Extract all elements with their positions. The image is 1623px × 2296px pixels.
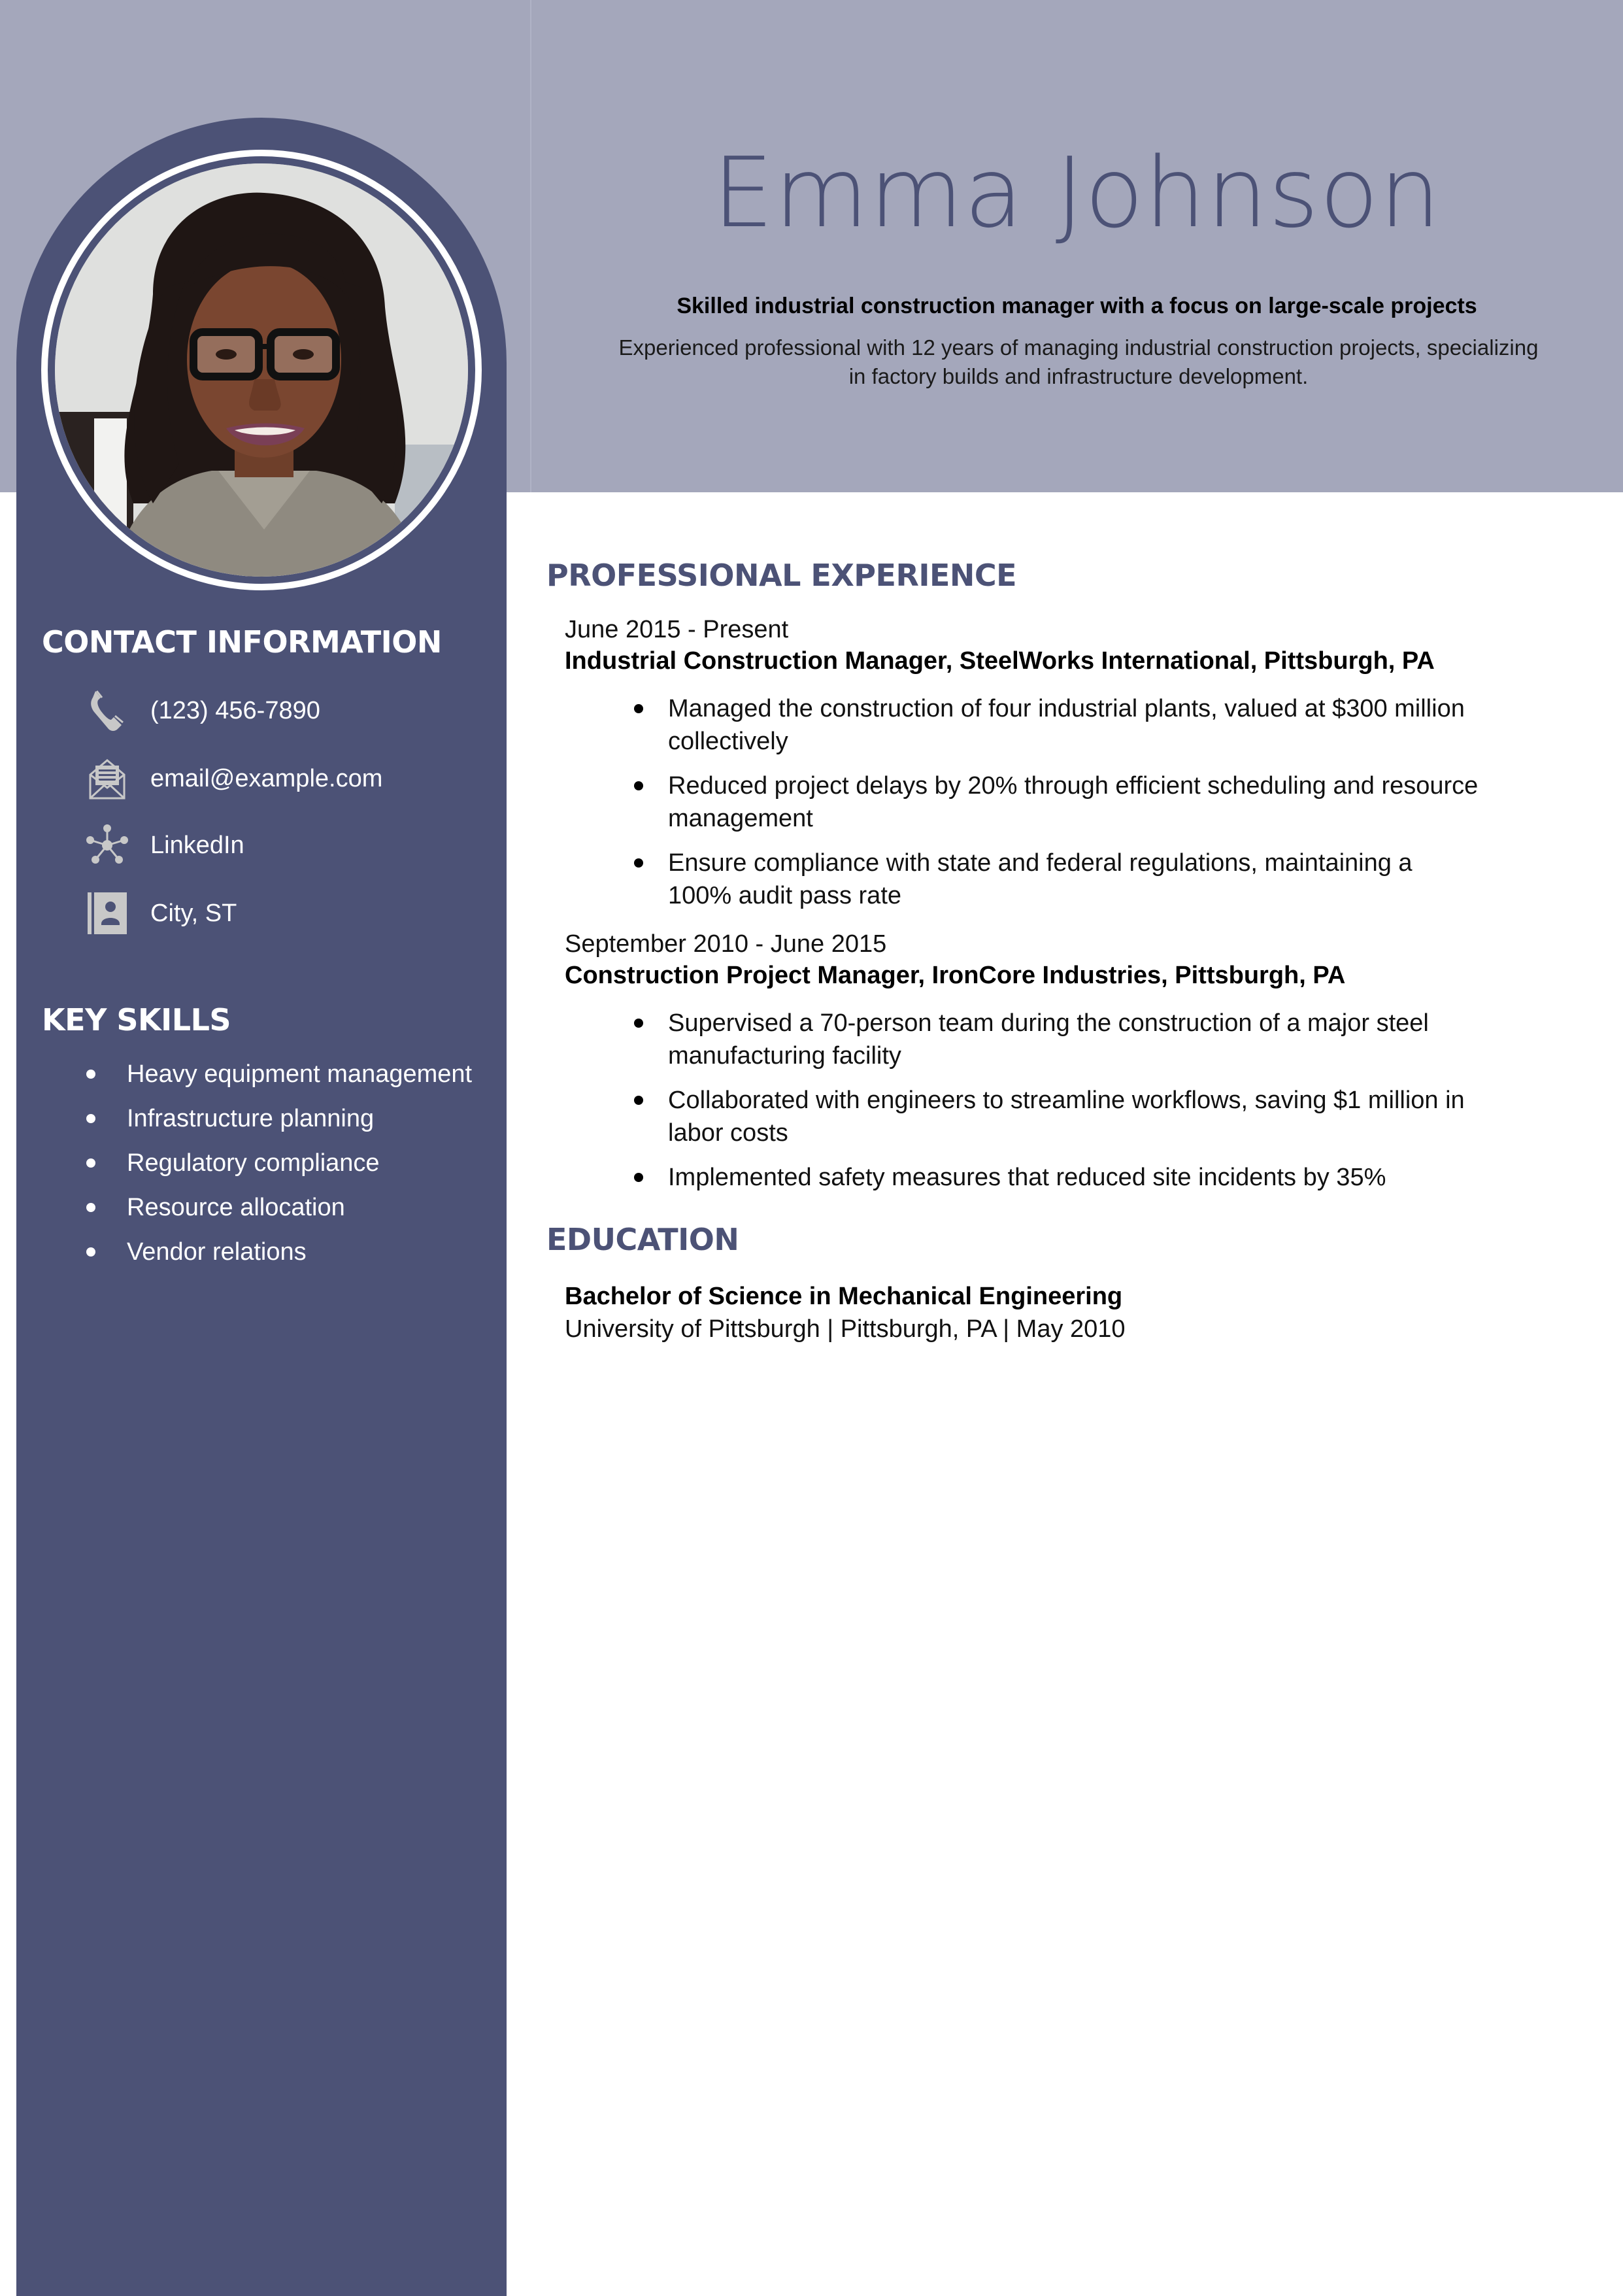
- skills-list: Heavy equipment management Infrastructur…: [42, 1059, 486, 1281]
- bullet-icon: [634, 1173, 643, 1182]
- job-bullets: Managed the construction of four industr…: [565, 692, 1571, 912]
- bullet-text: Collaborated with engineers to streamlin…: [668, 1087, 1465, 1147]
- contact-phone: (123) 456-7890: [85, 688, 320, 734]
- skill-label: Regulatory compliance: [127, 1149, 380, 1177]
- contact-phone-text: (123) 456-7890: [150, 696, 320, 724]
- job-bullet: Reduced project delays by 20% through ef…: [565, 769, 1479, 835]
- bullet-icon: [86, 1114, 95, 1123]
- skill-item: Regulatory compliance: [42, 1148, 486, 1178]
- skill-label: Resource allocation: [127, 1194, 345, 1221]
- contact-heading: CONTACT INFORMATION: [42, 624, 442, 660]
- job-bullet: Ensure compliance with state and federal…: [565, 847, 1479, 912]
- job-entry: June 2015 - Present Industrial Construct…: [565, 614, 1571, 924]
- skills-heading: KEY SKILLS: [42, 1002, 231, 1038]
- education-degree: Bachelor of Science in Mechanical Engine…: [565, 1283, 1123, 1310]
- job-title: Industrial Construction Manager, SteelWo…: [565, 647, 1435, 675]
- phone-icon: [85, 688, 129, 733]
- bullet-icon: [634, 1096, 643, 1105]
- skill-label: Heavy equipment management: [127, 1060, 473, 1088]
- bullet-text: Ensure compliance with state and federal…: [668, 849, 1413, 909]
- job-dates: September 2010 - June 2015: [565, 930, 887, 958]
- bullet-text: Supervised a 70-person team during the c…: [668, 1009, 1429, 1070]
- network-icon: [85, 823, 129, 868]
- skill-item: Heavy equipment management: [42, 1059, 486, 1089]
- tagline: Skilled industrial construction manager …: [677, 294, 1477, 318]
- job-bullets: Supervised a 70-person team during the c…: [565, 1007, 1571, 1194]
- bullet-icon: [86, 1158, 95, 1168]
- contact-linkedin-text[interactable]: LinkedIn: [150, 832, 244, 860]
- profile-photo: [55, 163, 468, 577]
- skill-item: Vendor relations: [42, 1237, 486, 1267]
- job-bullet: Collaborated with engineers to streamlin…: [565, 1084, 1479, 1149]
- job-bullet: Supervised a 70-person team during the c…: [565, 1007, 1479, 1072]
- bullet-text: Implemented safety measures that reduced…: [668, 1164, 1386, 1191]
- bullet-icon: [634, 781, 643, 790]
- job-title: Construction Project Manager, IronCore I…: [565, 962, 1346, 989]
- education-heading: EDUCATION: [546, 1222, 739, 1257]
- contact-card-icon: [85, 891, 129, 936]
- contact-location-text: City, ST: [150, 899, 237, 927]
- bullet-icon: [86, 1070, 95, 1079]
- bullet-icon: [86, 1247, 95, 1257]
- skill-label: Infrastructure planning: [127, 1105, 375, 1132]
- portrait-illustration: [55, 163, 468, 577]
- education-entry: Bachelor of Science in Mechanical Engine…: [565, 1280, 1571, 1345]
- contact-linkedin[interactable]: LinkedIn: [85, 822, 244, 868]
- contact-location: City, ST: [85, 890, 237, 936]
- job-entry: September 2010 - June 2015 Construction …: [565, 928, 1571, 1206]
- job-bullet: Managed the construction of four industr…: [565, 692, 1479, 758]
- education-detail: University of Pittsburgh | Pittsburgh, P…: [565, 1315, 1126, 1343]
- bullet-icon: [86, 1203, 95, 1212]
- envelope-icon: [85, 756, 129, 801]
- job-bullet: Implemented safety measures that reduced…: [565, 1161, 1479, 1194]
- job-dates: June 2015 - Present: [565, 616, 789, 643]
- bullet-text: Managed the construction of four industr…: [668, 695, 1465, 755]
- bullet-icon: [634, 704, 643, 713]
- bullet-text: Reduced project delays by 20% through ef…: [668, 772, 1479, 832]
- skill-label: Vendor relations: [127, 1238, 307, 1266]
- candidate-name: Emma Johnson: [712, 137, 1441, 249]
- experience-heading: PROFESSIONAL EXPERIENCE: [546, 558, 1017, 593]
- contact-email: email@example.com: [85, 756, 382, 802]
- skill-item: Infrastructure planning: [42, 1104, 486, 1134]
- profile-summary: Experienced professional with 12 years o…: [618, 335, 1539, 388]
- contact-email-text: email@example.com: [150, 764, 383, 792]
- skill-item: Resource allocation: [42, 1192, 486, 1223]
- bullet-icon: [634, 858, 643, 868]
- bullet-icon: [634, 1019, 643, 1028]
